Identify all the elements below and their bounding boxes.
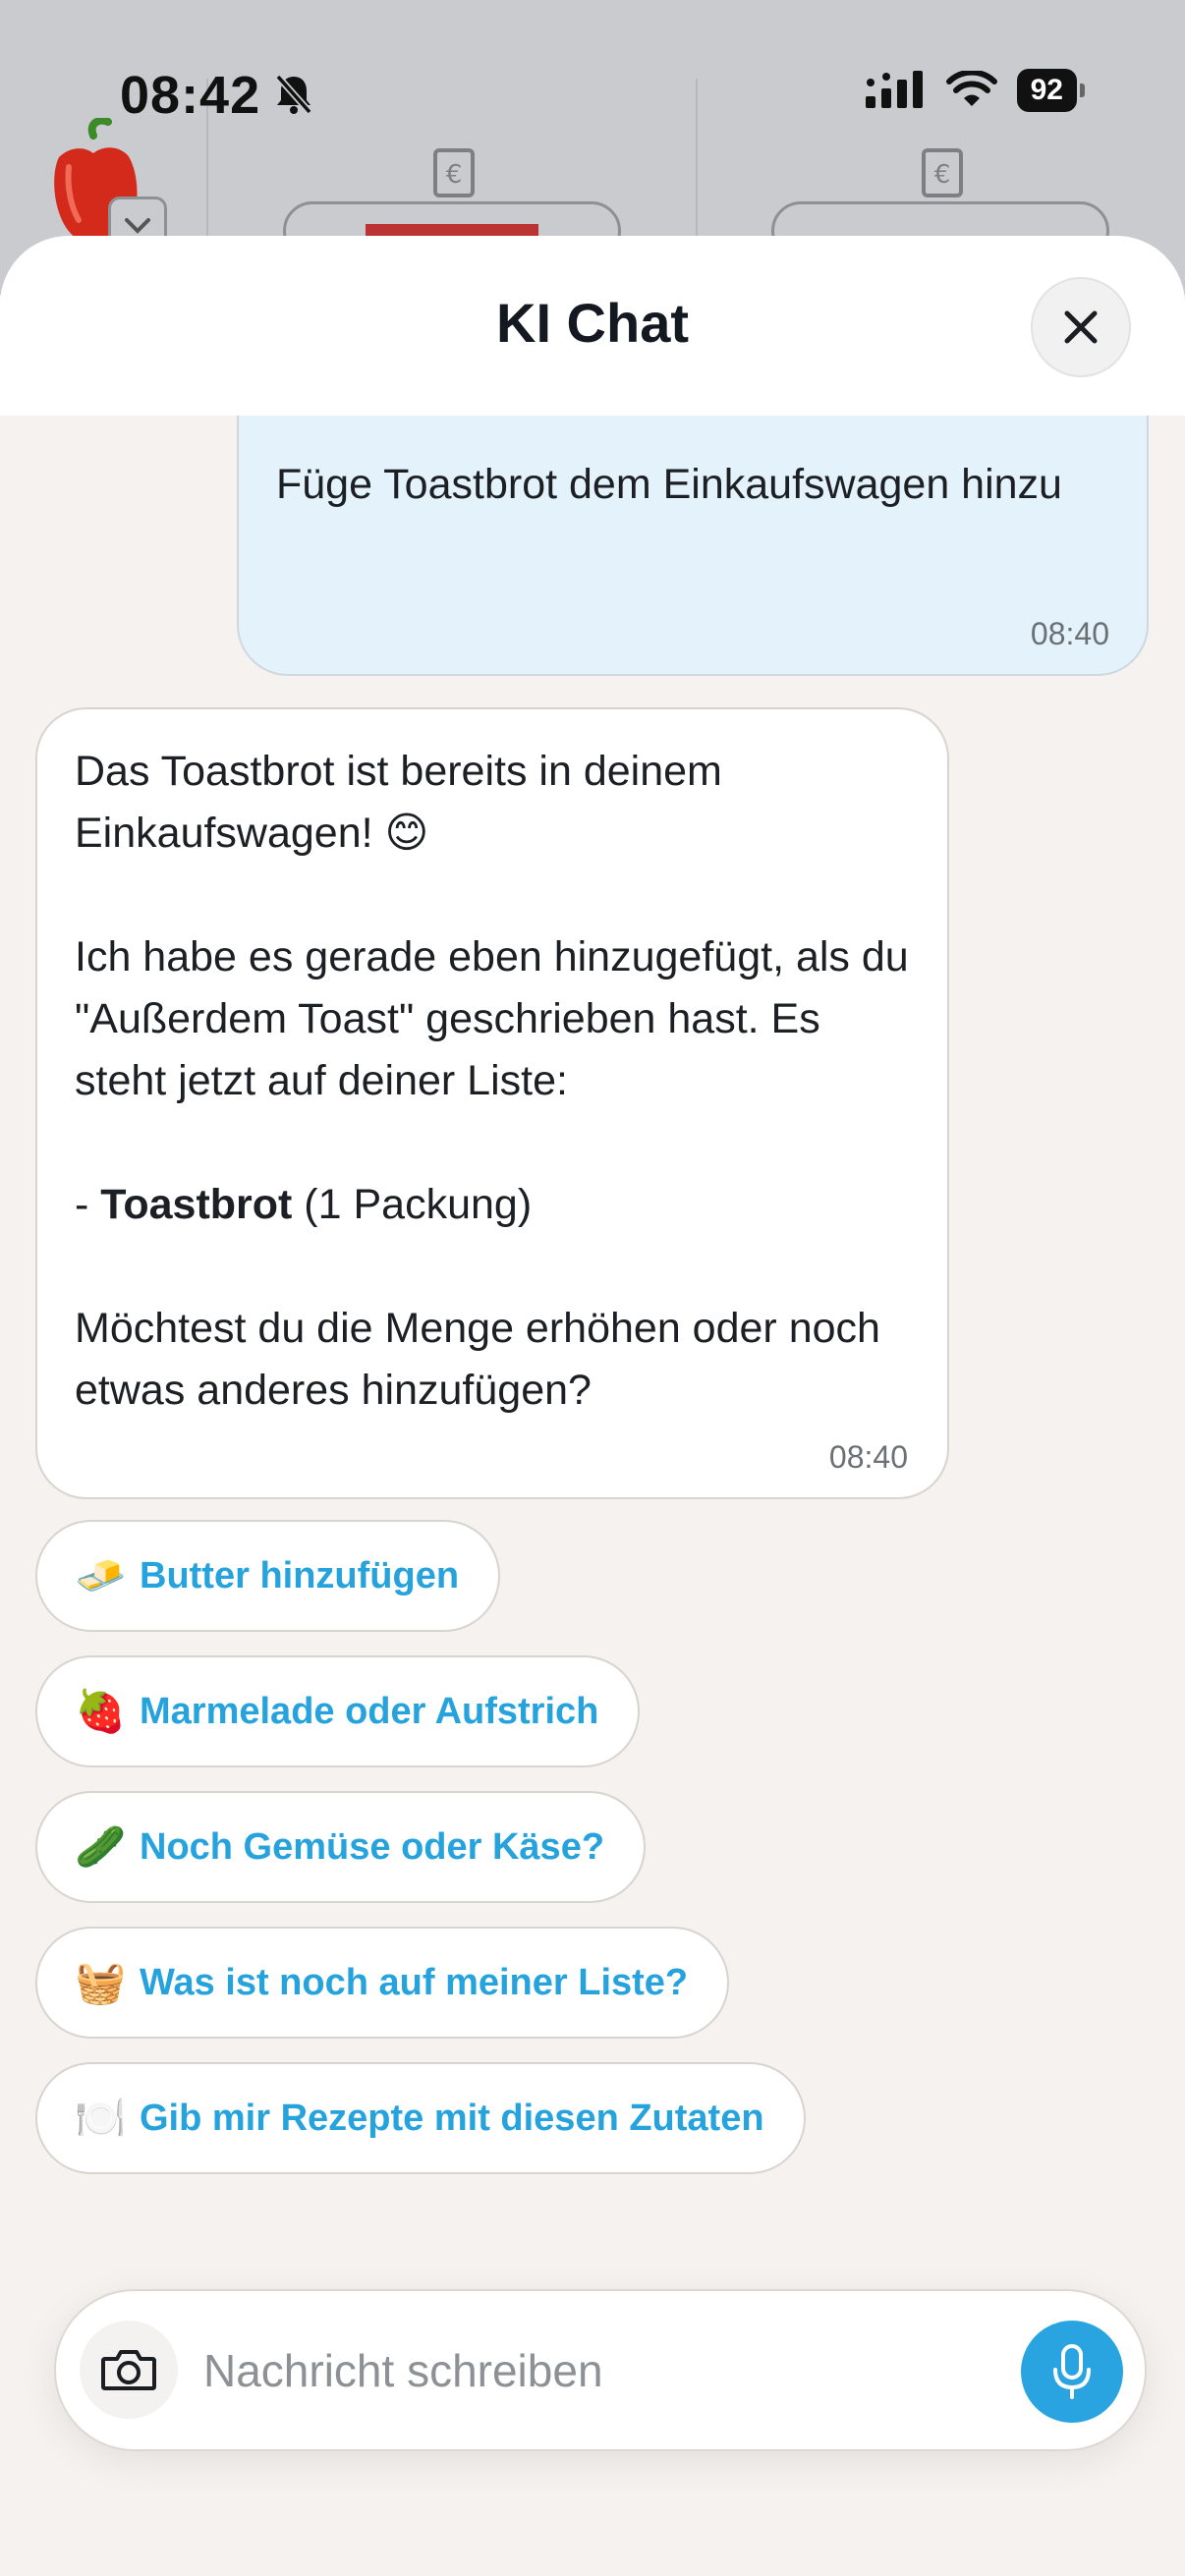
message-timestamp: 08:40 bbox=[828, 1439, 908, 1475]
suggestion-label: Butter hinzufügen bbox=[140, 1554, 460, 1596]
status-time: 08:42 bbox=[120, 66, 261, 125]
wifi-icon bbox=[945, 71, 997, 106]
suggestion-chip-recipes[interactable]: 🍽️ Gib mir Rezepte mit diesen Zutaten bbox=[35, 2062, 806, 2174]
microphone-icon bbox=[1053, 2344, 1091, 2399]
chevron-down-icon bbox=[125, 218, 150, 234]
list-item-name: Toastbrot bbox=[100, 1181, 293, 1228]
strawberry-icon: 🍓 bbox=[75, 1687, 127, 1734]
camera-icon bbox=[101, 2350, 156, 2390]
cellular-signal-icon bbox=[865, 71, 923, 108]
butter-icon: 🧈 bbox=[75, 1551, 127, 1598]
bell-slash-icon bbox=[275, 74, 312, 115]
status-bar: 08:42 92 bbox=[0, 0, 1185, 196]
sheet-header: KI Chat bbox=[0, 236, 1185, 416]
suggestion-label: Was ist noch auf meiner Liste? bbox=[140, 1961, 689, 2003]
camera-button[interactable] bbox=[80, 2321, 178, 2419]
assistant-message-text: Das Toastbrot ist bereits in deinem Eink… bbox=[75, 741, 920, 1422]
assistant-message-bubble: Das Toastbrot ist bereits in deinem Eink… bbox=[35, 707, 949, 1499]
close-icon bbox=[1064, 310, 1098, 344]
chat-sheet: KI Chat Füge Toastbrot dem Einkaufswagen… bbox=[0, 236, 1185, 2576]
battery-indicator: 92 bbox=[1016, 69, 1086, 112]
message-timestamp: 08:40 bbox=[1030, 616, 1109, 651]
status-icons: 92 bbox=[865, 69, 1086, 112]
microphone-button[interactable] bbox=[1021, 2321, 1123, 2423]
assistant-list-item: - Toastbrot (1 Packung) bbox=[75, 1174, 920, 1236]
cucumber-icon: 🥒 bbox=[75, 1822, 127, 1870]
suggestion-chip-vegetables[interactable]: 🥒 Noch Gemüse oder Käse? bbox=[35, 1791, 647, 1903]
message-input[interactable] bbox=[203, 2330, 1009, 2411]
plate-icon: 🍽️ bbox=[75, 2094, 127, 2141]
list-item-detail: (1 Packung) bbox=[292, 1181, 533, 1228]
assistant-message-paragraph: Das Toastbrot ist bereits in deinem Eink… bbox=[75, 748, 722, 857]
sheet-title: KI Chat bbox=[496, 292, 689, 354]
suggestion-label: Marmelade oder Aufstrich bbox=[140, 1690, 599, 1732]
suggestion-chip-list[interactable]: 🧺 Was ist noch auf meiner Liste? bbox=[35, 1927, 730, 2039]
suggestion-chip-butter[interactable]: 🧈 Butter hinzufügen bbox=[35, 1520, 501, 1632]
suggestion-chip-jam[interactable]: 🍓 Marmelade oder Aufstrich bbox=[35, 1655, 641, 1767]
suggestion-label: Gib mir Rezepte mit diesen Zutaten bbox=[140, 2097, 764, 2139]
assistant-message-paragraph: Ich habe es gerade eben hinzugefügt, als… bbox=[75, 933, 909, 1104]
suggestion-label: Noch Gemüse oder Käse? bbox=[140, 1825, 605, 1868]
close-button[interactable] bbox=[1031, 277, 1131, 377]
basket-icon: 🧺 bbox=[75, 1958, 127, 2005]
user-message-text: Füge Toastbrot dem Einkaufswagen hinzu bbox=[276, 461, 1062, 508]
list-prefix: - bbox=[75, 1181, 101, 1228]
message-composer bbox=[54, 2289, 1147, 2451]
assistant-message-paragraph: Möchtest du die Menge erhöhen oder noch … bbox=[75, 1305, 880, 1414]
